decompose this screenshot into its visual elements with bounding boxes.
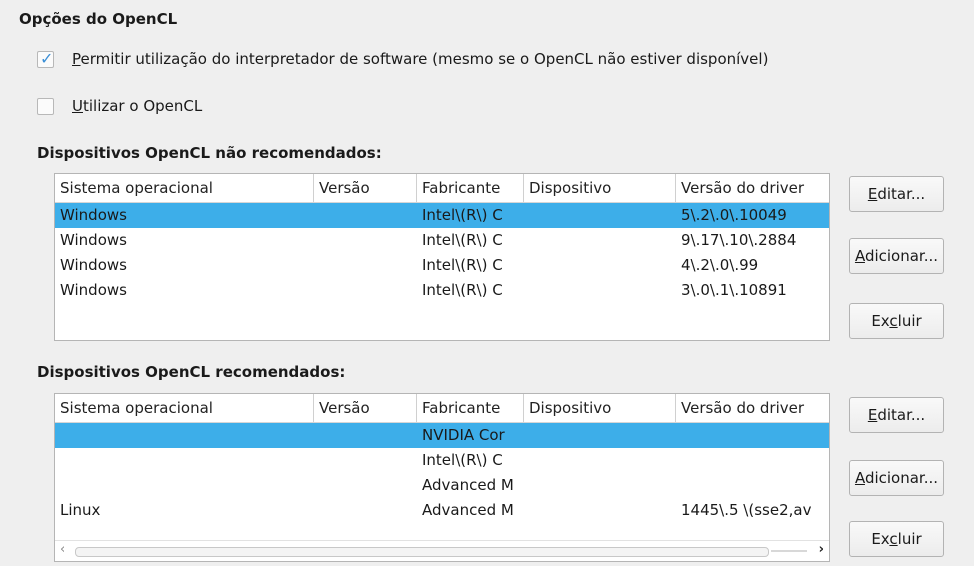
horizontal-scrollbar[interactable]: ‹ › [55,540,829,561]
opencl-options-title: Opções do OpenCL [19,10,178,28]
scroll-left-icon[interactable]: ‹ [60,542,65,557]
table-row[interactable]: Windows Intel\(R\) C 4\.2\.0\.99 [55,253,829,278]
column-header-vendor[interactable]: Fabricante [417,394,524,422]
cell-vendor: NVIDIA Cor [422,426,505,444]
scroll-right-icon[interactable]: › [819,542,824,557]
table-row[interactable]: Intel\(R\) C [55,448,829,473]
cell-vendor: Intel\(R\) C [422,281,503,299]
use-opencl-label: Utilizar o OpenCL [72,97,203,115]
blacklist-table[interactable]: Sistema operacional Versão Fabricante Di… [54,173,830,341]
allow-software-label: Permitir utilização do interpretador de … [72,50,769,68]
cell-os: Linux [60,501,101,519]
cell-os [55,473,314,498]
cell-version [314,228,417,253]
whitelist-table[interactable]: Sistema operacional Versão Fabricante Di… [54,393,830,562]
cell-os: Windows [60,281,127,299]
column-header-driver-version[interactable]: Versão do driver [676,174,829,202]
cell-version [314,253,417,278]
allow-software-checkbox[interactable]: ✓ [37,48,54,68]
blacklist-edit-button[interactable]: Editar... [849,176,944,212]
check-mark-icon: ✓ [40,48,54,68]
cell-os [55,423,314,448]
cell-driver-version [676,423,829,448]
cell-driver-version: 5\.2\.0\.10049 [681,206,787,224]
blacklist-add-button[interactable]: Adicionar... [849,238,944,274]
cell-device [524,498,676,523]
cell-os [55,448,314,473]
cell-vendor: Advanced M [422,501,514,519]
cell-os: Windows [60,256,127,274]
column-header-version[interactable]: Versão [314,174,417,202]
table-row[interactable]: Windows Intel\(R\) C 9\.17\.10\.2884 [55,228,829,253]
cell-vendor: Intel\(R\) C [422,451,503,469]
cell-version [314,473,417,498]
blacklist-delete-button[interactable]: Excluir [849,303,944,339]
whitelist-add-button[interactable]: Adicionar... [849,460,944,496]
column-header-version[interactable]: Versão [314,394,417,422]
whitelist-title: Dispositivos OpenCL recomendados: [37,363,346,381]
cell-vendor: Intel\(R\) C [422,256,503,274]
cell-driver-version: 4\.2\.0\.99 [681,256,759,274]
use-opencl-checkbox-row[interactable]: Utilizar o OpenCL [37,97,202,115]
cell-os: Windows [60,231,127,249]
blacklist-title: Dispositivos OpenCL não recomendados: [37,144,382,162]
cell-device [524,473,676,498]
cell-device [524,253,676,278]
cell-vendor: Advanced M [422,476,514,494]
table-row[interactable]: Windows Intel\(R\) C 5\.2\.0\.10049 [55,203,829,228]
allow-software-checkbox-row[interactable]: ✓ Permitir utilização do interpretador d… [37,48,769,68]
cell-driver-version: 1445\.5 \(sse2,av [681,501,812,519]
cell-device [524,203,676,228]
whitelist-table-header: Sistema operacional Versão Fabricante Di… [55,394,829,423]
cell-version [314,498,417,523]
cell-driver-version [676,473,829,498]
use-opencl-checkbox[interactable] [37,97,54,115]
whitelist-edit-button[interactable]: Editar... [849,397,944,433]
column-header-device[interactable]: Dispositivo [524,174,676,202]
column-header-driver-version[interactable]: Versão do driver [676,394,829,422]
cell-os: Windows [60,206,127,224]
cell-driver-version: 3\.0\.1\.10891 [681,281,787,299]
cell-version [314,203,417,228]
cell-device [524,448,676,473]
column-header-device[interactable]: Dispositivo [524,394,676,422]
blacklist-table-header: Sistema operacional Versão Fabricante Di… [55,174,829,203]
cell-vendor: Intel\(R\) C [422,231,503,249]
scrollbar-thumb[interactable] [75,547,769,557]
column-header-os[interactable]: Sistema operacional [55,394,314,422]
table-row[interactable]: NVIDIA Cor [55,423,829,448]
column-header-vendor[interactable]: Fabricante [417,174,524,202]
opencl-options-page: Opções do OpenCL ✓ Permitir utilização d… [0,0,974,566]
whitelist-delete-button[interactable]: Excluir [849,521,944,557]
cell-device [524,423,676,448]
table-row[interactable]: Advanced M [55,473,829,498]
cell-device [524,278,676,303]
table-row[interactable]: Windows Intel\(R\) C 3\.0\.1\.10891 [55,278,829,303]
scrollbar-track[interactable] [771,550,807,552]
cell-driver-version [676,448,829,473]
cell-version [314,423,417,448]
column-header-os[interactable]: Sistema operacional [55,174,314,202]
cell-version [314,448,417,473]
cell-vendor: Intel\(R\) C [422,206,503,224]
table-row[interactable]: Linux Advanced M 1445\.5 \(sse2,av [55,498,829,523]
cell-device [524,228,676,253]
cell-driver-version: 9\.17\.10\.2884 [681,231,797,249]
cell-version [314,278,417,303]
